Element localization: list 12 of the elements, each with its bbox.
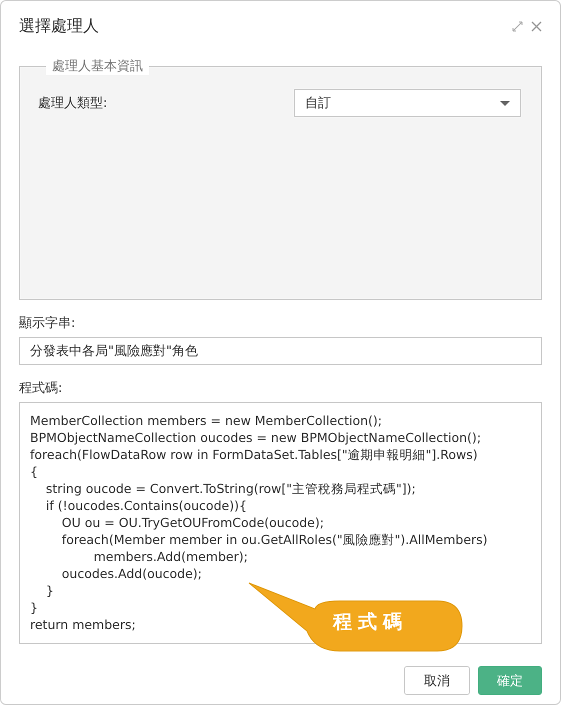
close-icon[interactable] [531,20,542,32]
callout-label: 程式碼 [333,610,408,635]
field-label: 顯示字串: [19,315,76,332]
field-label: 程式碼: [19,380,64,397]
caret-icon [500,100,510,106]
input-field[interactable]: 分發表中各局"風險應對"角色 [19,337,542,365]
panel-legend: 處理人基本資訊 [46,57,149,75]
cancel-button[interactable]: 取消 [404,666,470,695]
dialog-title: 選擇處理人 [19,16,99,36]
field-label: 處理人類型: [38,95,108,112]
type-dropdown[interactable]: 自訂 [294,89,521,117]
expand-icon[interactable] [512,20,523,32]
